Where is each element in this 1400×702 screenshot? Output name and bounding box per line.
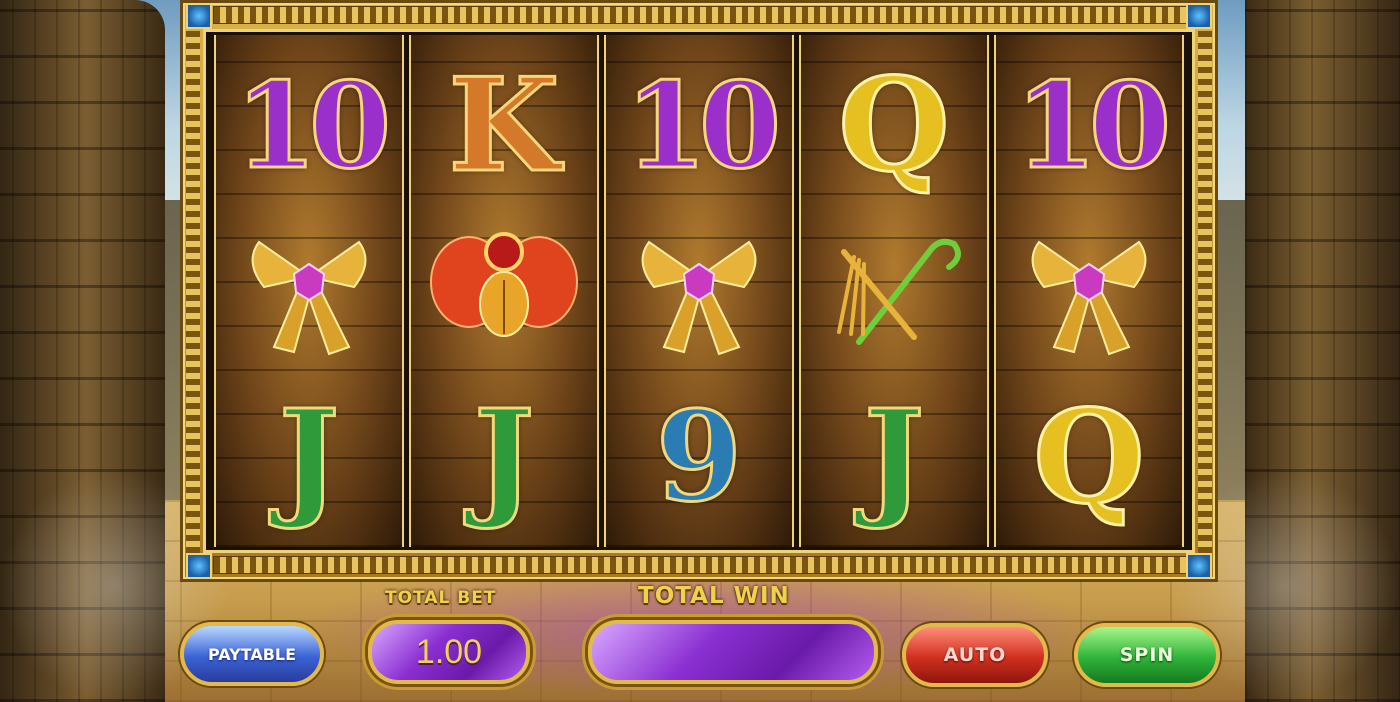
symbol-cell bbox=[996, 207, 1182, 377]
total-win-display bbox=[588, 620, 878, 684]
crook-flail-icon bbox=[837, 238, 961, 345]
symbol-ten: 10 bbox=[233, 56, 392, 195]
reel-5: 10 Q bbox=[994, 35, 1184, 547]
corner-gem-icon bbox=[1186, 553, 1212, 579]
frame-band-right bbox=[1198, 31, 1212, 553]
symbol-cell: J bbox=[411, 373, 597, 543]
symbol-cell: 10 bbox=[606, 41, 792, 211]
corner-gem-icon bbox=[186, 3, 212, 29]
spin-button[interactable]: SPIN bbox=[1074, 623, 1220, 687]
symbol-cell: 9 bbox=[606, 373, 792, 543]
symbol-cell: J bbox=[216, 373, 402, 543]
symbol-cell: K bbox=[411, 41, 597, 211]
symbol-j: J bbox=[277, 383, 341, 533]
corner-gem-icon bbox=[1186, 3, 1212, 29]
paytable-button[interactable]: PAYTABLE bbox=[180, 622, 324, 686]
symbol-j: J bbox=[472, 383, 536, 533]
symbol-q: Q bbox=[837, 51, 951, 201]
frame-band-left bbox=[186, 31, 200, 553]
total-bet-display[interactable]: 1.00 bbox=[368, 620, 530, 684]
reel-4: Q J bbox=[799, 35, 989, 547]
symbol-ten: 10 bbox=[623, 56, 782, 195]
symbol-nine: 9 bbox=[654, 385, 743, 530]
symbol-cell bbox=[801, 207, 987, 377]
auto-label: AUTO bbox=[943, 644, 1007, 666]
symbol-q: Q bbox=[1032, 383, 1146, 533]
symbol-cell: 10 bbox=[216, 41, 402, 211]
symbol-ten: 10 bbox=[1013, 56, 1172, 195]
paytable-label: PAYTABLE bbox=[207, 644, 297, 664]
ankh-bow-icon bbox=[1031, 240, 1147, 356]
symbol-cell: 10 bbox=[996, 41, 1182, 211]
symbol-cell bbox=[606, 207, 792, 377]
symbol-cell: Q bbox=[996, 373, 1182, 543]
reel-frame: 10 J K J 10 9 Q J 10 Q bbox=[180, 0, 1218, 582]
total-bet-label: TOTAL BET bbox=[385, 588, 497, 608]
reel-3: 10 9 bbox=[604, 35, 794, 547]
spin-label: SPIN bbox=[1119, 644, 1175, 666]
frame-band-top bbox=[213, 6, 1189, 24]
auto-button[interactable]: AUTO bbox=[902, 623, 1048, 687]
total-bet-value: 1.00 bbox=[415, 632, 483, 671]
ankh-bow-icon bbox=[251, 240, 367, 356]
reel-2: K J bbox=[409, 35, 599, 547]
reel-1: 10 J bbox=[214, 35, 404, 547]
symbol-k: K bbox=[447, 51, 561, 201]
symbol-j: J bbox=[862, 383, 926, 533]
total-win-label: TOTAL WIN bbox=[638, 583, 790, 609]
scarab-icon bbox=[430, 232, 578, 337]
frame-band-bottom bbox=[213, 556, 1189, 574]
ankh-bow-icon bbox=[641, 240, 757, 356]
symbol-cell: J bbox=[801, 373, 987, 543]
symbol-cell bbox=[216, 207, 402, 377]
corner-gem-icon bbox=[186, 553, 212, 579]
symbol-cell bbox=[411, 207, 597, 377]
reel-area: 10 J K J 10 9 Q J 10 Q bbox=[203, 29, 1195, 553]
symbol-cell: Q bbox=[801, 41, 987, 211]
